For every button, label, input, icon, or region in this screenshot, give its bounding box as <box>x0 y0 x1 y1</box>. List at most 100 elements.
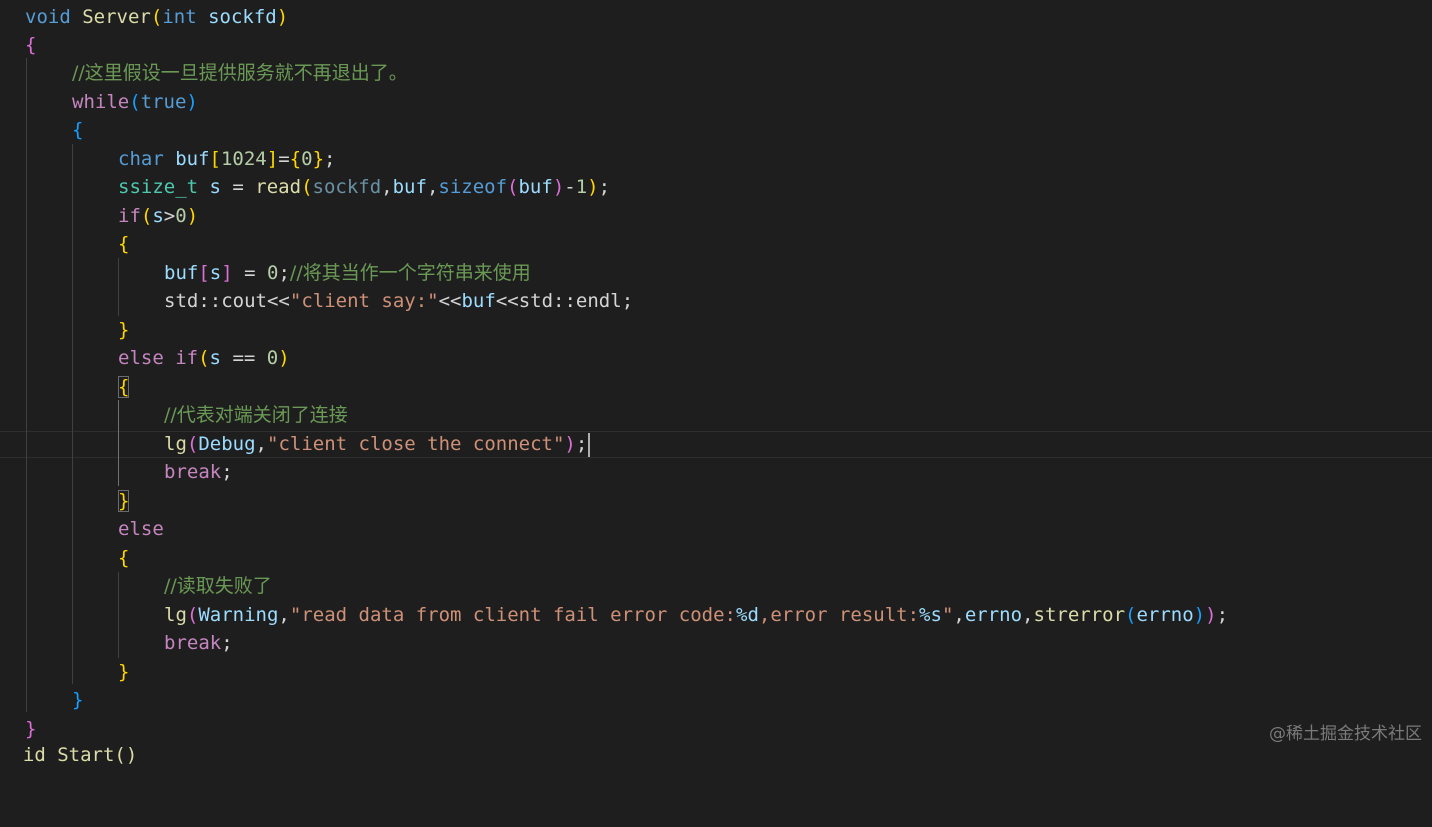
code-line-20: { <box>0 544 1432 573</box>
namespace-token: std <box>518 290 554 312</box>
code-line-4: while(true) <box>0 88 1432 117</box>
number-token: 1 <box>575 176 588 198</box>
code-line-11: std::cout<<"client say:"<<buf<<std::endl… <box>0 287 1432 316</box>
bracket-token: { <box>72 119 84 141</box>
code-line-1: void Server(int sockfd) <box>0 3 1432 32</box>
comma-token: , <box>426 176 439 198</box>
bracket-token: ) <box>186 91 198 113</box>
code-line-3: //这里假设一旦提供服务就不再退出了。 <box>0 59 1432 88</box>
code-line-17: break; <box>0 458 1432 487</box>
type-token: ssize_t <box>118 176 199 198</box>
code-line-2: { <box>0 31 1432 60</box>
bracket-token: ( <box>186 433 199 455</box>
bracket-token: ( <box>129 91 141 113</box>
matched-bracket-token: } <box>118 490 130 512</box>
semicolon-token: ; <box>575 433 588 455</box>
operator-token: << <box>438 290 462 312</box>
keyword-token: sizeof <box>438 176 508 198</box>
control-keyword-token: else <box>118 518 164 540</box>
variable-token: s <box>209 347 221 369</box>
function-name-token: Server <box>82 6 151 28</box>
bracket-token: } <box>118 661 130 683</box>
code-line-8: if(s>0) <box>0 202 1432 231</box>
variable-token: errno <box>964 604 1023 626</box>
string-token: "client say:" <box>289 290 439 312</box>
function-call-token: lg <box>164 433 187 455</box>
bracket-token: { <box>118 547 130 569</box>
variable-token: buf <box>518 176 553 198</box>
number-token: 0 <box>175 205 187 227</box>
comment-token: //这里假设一旦提供服务就不再退出了。 <box>72 62 408 84</box>
semicolon-token: ; <box>324 148 336 170</box>
bracket-token: [ <box>209 148 221 170</box>
bracket-token: [ <box>198 262 210 284</box>
code-line-5: { <box>0 116 1432 145</box>
function-call-token: read <box>255 176 302 198</box>
bracket-token: } <box>118 319 130 341</box>
control-keyword-token: break <box>164 632 222 654</box>
code-line-22: lg(Warning,"read data from client fail e… <box>0 601 1432 630</box>
watermark-text: @稀土掘金技术社区 <box>1269 724 1422 744</box>
type-token: char <box>118 148 164 170</box>
comma-token: , <box>381 176 393 198</box>
operator-token: :: <box>198 290 222 312</box>
bracket-token: ] <box>266 148 279 170</box>
bracket-token: ( <box>1125 604 1137 626</box>
code-line-21: //读取失败了 <box>0 572 1432 601</box>
string-token: "read data from client fail error code: <box>289 604 736 626</box>
bracket-token: { <box>118 233 130 255</box>
string-token: " <box>941 604 954 626</box>
variable-token: cout <box>221 290 267 312</box>
operator-token: = <box>220 176 256 198</box>
bracket-token: } <box>72 689 84 711</box>
keyword-token: true <box>140 91 187 113</box>
code-line-25: } <box>0 686 1432 715</box>
comma-token: , <box>953 604 965 626</box>
semicolon-token: ; <box>278 262 290 284</box>
matched-bracket-token: { <box>118 376 130 398</box>
semicolon-token: ; <box>621 290 634 312</box>
comment-token: //将其当作一个字符串来使用 <box>289 262 531 284</box>
bracket-token: } <box>312 148 325 170</box>
bracket-token: } <box>25 718 37 740</box>
variable-token: s <box>209 262 222 284</box>
control-keyword-token: if <box>118 205 141 227</box>
operator-token: = <box>278 148 290 170</box>
code-editor[interactable]: void Server(int sockfd) { //这里假设一旦提供服务就不… <box>0 0 1432 766</box>
variable-token: buf <box>461 290 496 312</box>
variable-token: Debug <box>198 433 256 455</box>
namespace-token: std <box>164 290 199 312</box>
semicolon-token: ; <box>221 461 233 483</box>
bracket-token: ) <box>587 176 599 198</box>
code-line-23: break; <box>0 629 1432 658</box>
bracket-token: ) <box>1193 604 1206 626</box>
function-call-token: strerror <box>1033 604 1126 626</box>
semicolon-token: ; <box>598 176 611 198</box>
code-line-24: } <box>0 658 1432 687</box>
comment-token: //读取失败了 <box>164 575 272 597</box>
code-line-13: else if(s == 0) <box>0 344 1432 373</box>
partial-code-token: id Start() <box>0 744 138 766</box>
comment-token: //代表对端关闭了连接 <box>164 404 348 426</box>
text-cursor <box>588 432 591 457</box>
parameter-token: sockfd <box>196 6 277 28</box>
operator-token: = <box>232 262 268 284</box>
code-line-27: id Start() <box>0 741 1432 770</box>
code-line-14: { <box>0 373 1432 402</box>
control-keyword-token: while <box>72 91 130 113</box>
string-token: "client close the connect" <box>267 433 565 455</box>
code-line-19: else <box>0 515 1432 544</box>
code-line-7: ssize_t s = read(sockfd,buf,sizeof(buf)-… <box>0 173 1432 202</box>
variable-token: buf <box>163 148 210 170</box>
comma-token: , <box>255 433 267 455</box>
code-line-10: buf[s] = 0;//将其当作一个字符串来使用 <box>0 259 1432 288</box>
bracket-token: ( <box>140 205 153 227</box>
bracket-token: ] <box>221 262 233 284</box>
control-keyword-token: if <box>163 347 199 369</box>
bracket-token: { <box>25 34 37 56</box>
format-specifier-token: %d <box>736 604 759 626</box>
code-line-15: //代表对端关闭了连接 <box>0 401 1432 430</box>
number-token: 0 <box>266 347 279 369</box>
string-token: ,error result: <box>758 604 920 626</box>
bracket-token: ) <box>276 6 289 28</box>
